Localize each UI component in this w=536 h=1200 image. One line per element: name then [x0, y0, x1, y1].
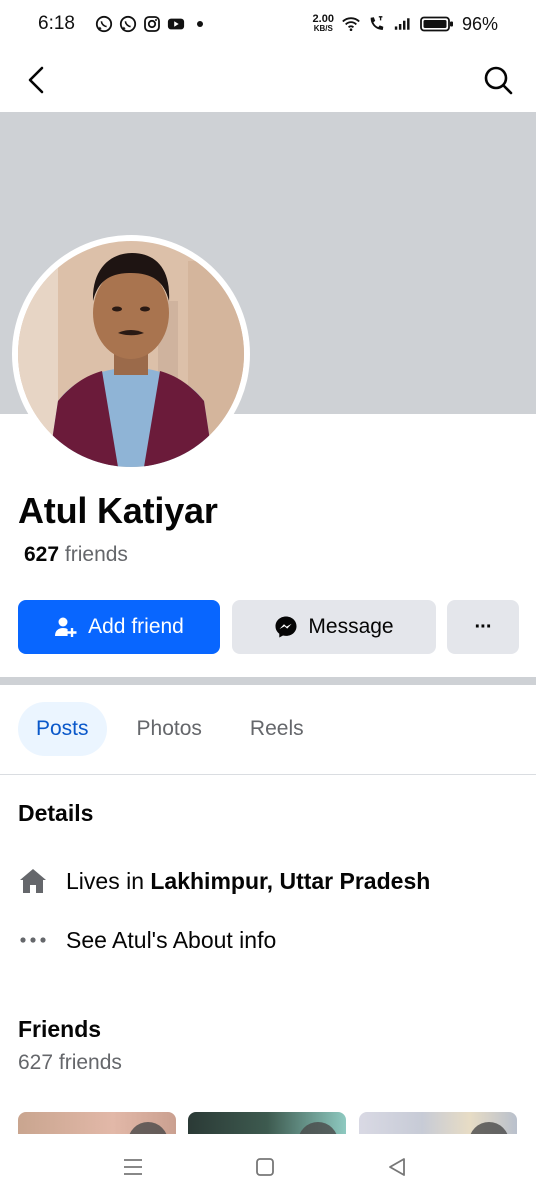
- friends-grid: [18, 1112, 518, 1134]
- menu-lines-icon: [124, 1159, 142, 1175]
- youtube-icon: [167, 15, 185, 33]
- messenger-icon: [275, 616, 297, 638]
- about-info-label: See Atul's About info: [66, 926, 277, 953]
- lives-place: Lakhimpur, Uttar Pradesh: [150, 867, 431, 894]
- profile-photo: [18, 241, 244, 467]
- more-options-label: ···: [474, 615, 493, 638]
- section-divider: [0, 677, 536, 685]
- friends-section-count: 627 friends: [18, 1051, 122, 1074]
- back-arrow-icon: [28, 66, 44, 94]
- tab-posts[interactable]: Posts: [18, 702, 107, 756]
- friend-thumbnail[interactable]: [188, 1112, 346, 1134]
- system-nav-bar: [0, 1134, 536, 1200]
- friends-number: 627: [24, 543, 60, 566]
- tab-reels[interactable]: Reels: [232, 702, 322, 756]
- message-button[interactable]: Message: [232, 600, 436, 654]
- battery-icon: [420, 15, 454, 33]
- back-nav-button[interactable]: [377, 1152, 417, 1182]
- notification-dot-icon: [191, 15, 209, 33]
- friend-thumbnail[interactable]: [18, 1112, 176, 1134]
- instagram-icon: [143, 15, 161, 33]
- search-icon: [484, 66, 513, 95]
- friend-add-badge-icon: [469, 1122, 509, 1134]
- whatsapp-icon: [119, 15, 137, 33]
- friend-thumbnail[interactable]: [359, 1112, 517, 1134]
- recent-apps-button[interactable]: [113, 1152, 153, 1182]
- back-button[interactable]: [20, 62, 52, 98]
- home-icon: [18, 866, 48, 896]
- add-friend-icon: [55, 617, 77, 637]
- status-time: 6:18: [38, 13, 75, 34]
- signal-icon: [394, 15, 412, 33]
- detail-lives-in[interactable]: Lives in Lakhimpur, Uttar Pradesh: [18, 866, 430, 896]
- detail-about-info[interactable]: See Atul's About info: [18, 925, 276, 955]
- message-label: Message: [308, 615, 394, 638]
- profile-name: Atul Katiyar: [18, 490, 218, 531]
- home-nav-button[interactable]: [245, 1152, 285, 1182]
- app-bar: [0, 48, 536, 112]
- more-dots-icon: [18, 925, 48, 955]
- add-friend-button[interactable]: Add friend: [18, 600, 220, 654]
- details-title: Details: [18, 800, 94, 826]
- tab-photos[interactable]: Photos: [119, 702, 220, 756]
- add-friend-label: Add friend: [88, 615, 184, 638]
- more-options-button[interactable]: ···: [447, 600, 519, 654]
- friends-count[interactable]: 627 friends: [24, 543, 128, 567]
- net-speed: 2.00 KB/S: [312, 13, 334, 34]
- triangle-back-icon: [389, 1158, 405, 1176]
- search-button[interactable]: [480, 62, 516, 98]
- battery-percent: 96%: [461, 13, 498, 34]
- profile-tabs: Posts Photos Reels: [18, 700, 334, 758]
- friends-section-title: Friends: [18, 1016, 102, 1042]
- friend-add-badge-icon: [128, 1122, 168, 1134]
- tabs-divider: [0, 774, 536, 775]
- whatsapp-icon: [95, 15, 113, 33]
- profile-avatar[interactable]: [12, 235, 250, 473]
- friends-label: friends: [64, 543, 128, 566]
- status-bar: 6:18 2.00 KB/S 96%: [0, 0, 536, 48]
- lives-prefix: Lives in: [66, 867, 144, 894]
- profile-actions: Add friend Message ···: [18, 600, 519, 654]
- wifi-icon: [342, 15, 360, 33]
- friend-add-badge-icon: [298, 1122, 338, 1134]
- call-icon: [368, 15, 386, 33]
- square-icon: [256, 1158, 274, 1176]
